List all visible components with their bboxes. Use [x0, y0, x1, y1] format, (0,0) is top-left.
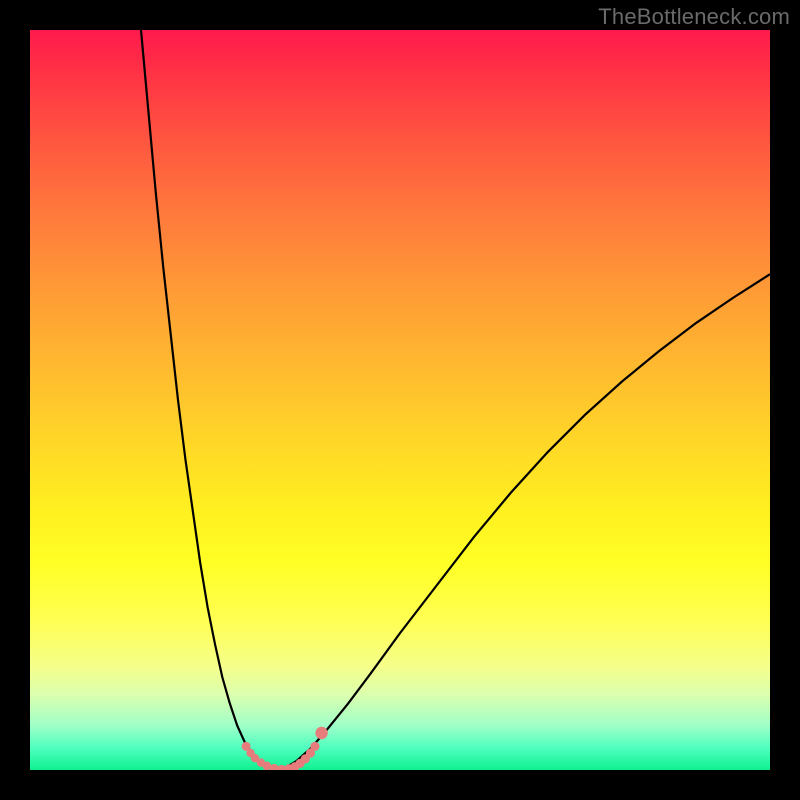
curves-svg — [30, 30, 770, 770]
marker-point — [315, 727, 327, 739]
marker-point — [310, 742, 319, 751]
right-curve — [282, 274, 770, 770]
plot-area — [30, 30, 770, 770]
watermark-text: TheBottleneck.com — [598, 4, 790, 30]
chart-frame: TheBottleneck.com — [0, 0, 800, 800]
highlight-markers — [242, 727, 328, 770]
left-curve — [141, 30, 282, 770]
